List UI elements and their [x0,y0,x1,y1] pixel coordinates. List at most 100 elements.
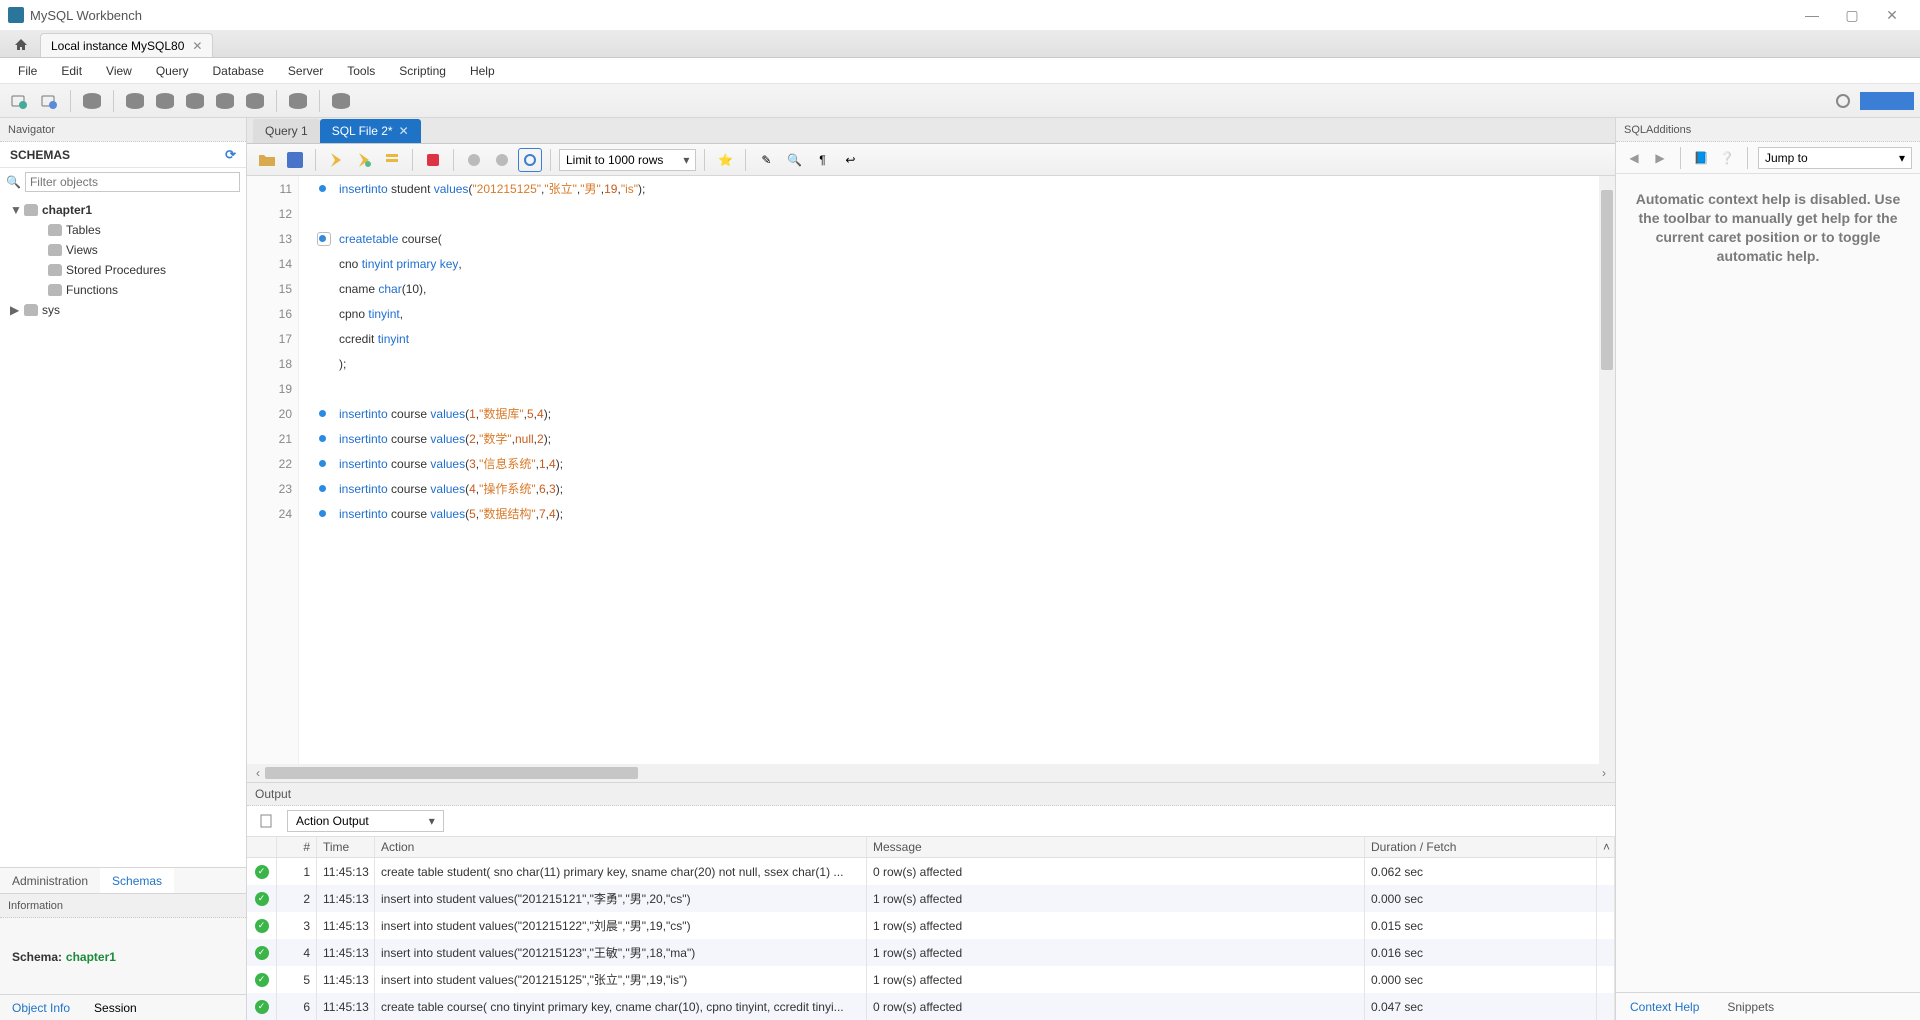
limit-rows-select[interactable]: Limit to 1000 rows [559,149,696,171]
favorite-icon[interactable]: ⭐ [713,148,737,172]
editor-gutter: 11 12 13 14 15 16 17 18 19 20 21 22 23 2… [247,176,299,764]
search-table-button[interactable] [285,88,311,114]
sql-additions-panel: SQLAdditions ◀ ▶ 📘 ❔ Jump to▾ Automatic … [1615,118,1920,1020]
tab-schemas[interactable]: Schemas [100,868,174,893]
db-table-button[interactable] [152,88,178,114]
close-icon[interactable]: ✕ [192,39,202,53]
server-status-button[interactable] [79,88,105,114]
menu-tools[interactable]: Tools [337,62,385,80]
fold-icon[interactable]: − [317,232,331,246]
output-row[interactable]: ✓ 611:45:13create table course( cno tiny… [247,993,1615,1020]
schema-info: Schema: chapter1 [0,918,246,994]
tree-item-tables[interactable]: Tables [0,220,246,240]
view-icon [48,244,62,256]
search-icon: 🔍 [6,175,21,189]
reconnect-button[interactable] [328,88,354,114]
editor-code[interactable]: insert into student values("201215125","… [299,176,1615,764]
commit-icon[interactable] [462,148,486,172]
success-icon: ✓ [255,919,269,933]
output-row[interactable]: ✓ 511:45:13insert into student values("2… [247,966,1615,993]
col-action[interactable]: Action [375,837,867,857]
window-maximize-button[interactable]: ▢ [1832,7,1872,24]
tree-item-sys[interactable]: ▶sys [0,300,246,320]
output-row[interactable]: ✓ 111:45:13create table student( sno cha… [247,858,1615,885]
menu-database[interactable]: Database [203,62,274,80]
col-num[interactable]: # [277,837,317,857]
navigator-title: Navigator [0,118,246,142]
col-time[interactable]: Time [317,837,375,857]
save-file-icon[interactable] [283,148,307,172]
db-view-button[interactable] [182,88,208,114]
auto-help-icon[interactable]: ❔ [1717,151,1737,165]
tab-session[interactable]: Session [82,995,149,1020]
rollback-icon[interactable] [490,148,514,172]
find-icon[interactable]: 🔍 [782,148,806,172]
tree-item-stored-procedures[interactable]: Stored Procedures [0,260,246,280]
layout-toggle[interactable] [1860,92,1914,110]
nav-forward-icon[interactable]: ▶ [1650,151,1670,165]
tab-sql-file-2[interactable]: SQL File 2*✕ [320,119,421,143]
success-icon: ✓ [255,973,269,987]
invisible-chars-icon[interactable]: ¶ [810,148,834,172]
connection-tab-strip: Local instance MySQL80 ✕ [0,30,1920,58]
schema-tree[interactable]: ▼chapter1 Tables Views Stored Procedures… [0,196,246,867]
tab-administration[interactable]: Administration [0,868,100,893]
menu-query[interactable]: Query [146,62,199,80]
refresh-icon[interactable]: ⟳ [225,147,236,163]
output-type-select[interactable]: Action Output [287,810,444,832]
tree-item-chapter1[interactable]: ▼chapter1 [0,200,246,220]
open-sql-script-button[interactable] [36,88,62,114]
settings-icon[interactable] [1830,88,1856,114]
tree-item-views[interactable]: Views [0,240,246,260]
open-file-icon[interactable] [255,148,279,172]
stop-icon[interactable] [421,148,445,172]
explain-icon[interactable] [380,148,404,172]
database-icon [24,204,38,216]
output-history-icon[interactable] [255,809,279,833]
connection-tab[interactable]: Local instance MySQL80 ✕ [40,33,213,57]
connection-tab-label: Local instance MySQL80 [51,39,184,53]
db-create-button[interactable] [122,88,148,114]
output-row[interactable]: ✓ 311:45:13insert into student values("2… [247,912,1615,939]
nav-back-icon[interactable]: ◀ [1624,151,1644,165]
execute-icon[interactable] [324,148,348,172]
app-logo-icon [8,7,24,23]
window-minimize-button[interactable]: — [1792,7,1832,23]
menu-server[interactable]: Server [278,62,333,80]
editor-horizontal-scrollbar[interactable]: ‹› [247,764,1615,782]
tab-snippets[interactable]: Snippets [1713,993,1788,1020]
wrap-icon[interactable]: ↩ [838,148,862,172]
tab-context-help[interactable]: Context Help [1616,993,1713,1020]
editor-toolbar: Limit to 1000 rows ⭐ ✎ 🔍 ¶ ↩ [247,144,1615,176]
tab-query-1[interactable]: Query 1 [253,119,320,143]
db-sp-button[interactable] [212,88,238,114]
menu-help[interactable]: Help [460,62,505,80]
db-func-button[interactable] [242,88,268,114]
menu-view[interactable]: View [96,62,142,80]
col-message[interactable]: Message [867,837,1365,857]
menu-edit[interactable]: Edit [51,62,92,80]
tree-item-functions[interactable]: Functions [0,280,246,300]
filter-objects-input[interactable] [25,172,240,192]
help-topic-icon[interactable]: 📘 [1691,151,1711,165]
window-close-button[interactable]: ✕ [1872,7,1912,24]
jump-to-select[interactable]: Jump to▾ [1758,147,1912,169]
sp-icon [48,264,62,276]
window-title: MySQL Workbench [30,8,1792,23]
sql-editor[interactable]: 11 12 13 14 15 16 17 18 19 20 21 22 23 2… [247,176,1615,764]
output-scroll-up-icon[interactable]: ˄ [1597,837,1615,857]
autocommit-icon[interactable] [518,148,542,172]
new-sql-tab-button[interactable] [6,88,32,114]
close-icon[interactable]: ✕ [399,124,409,138]
output-row[interactable]: ✓ 211:45:13insert into student values("2… [247,885,1615,912]
output-row[interactable]: ✓ 411:45:13insert into student values("2… [247,939,1615,966]
sql-additions-title: SQLAdditions [1616,118,1920,142]
menu-scripting[interactable]: Scripting [389,62,456,80]
menu-file[interactable]: File [8,62,47,80]
home-icon[interactable] [6,33,36,57]
tab-object-info[interactable]: Object Info [0,995,82,1020]
editor-vertical-scrollbar[interactable] [1599,176,1615,764]
execute-current-icon[interactable] [352,148,376,172]
col-duration[interactable]: Duration / Fetch [1365,837,1597,857]
beautify-icon[interactable]: ✎ [754,148,778,172]
